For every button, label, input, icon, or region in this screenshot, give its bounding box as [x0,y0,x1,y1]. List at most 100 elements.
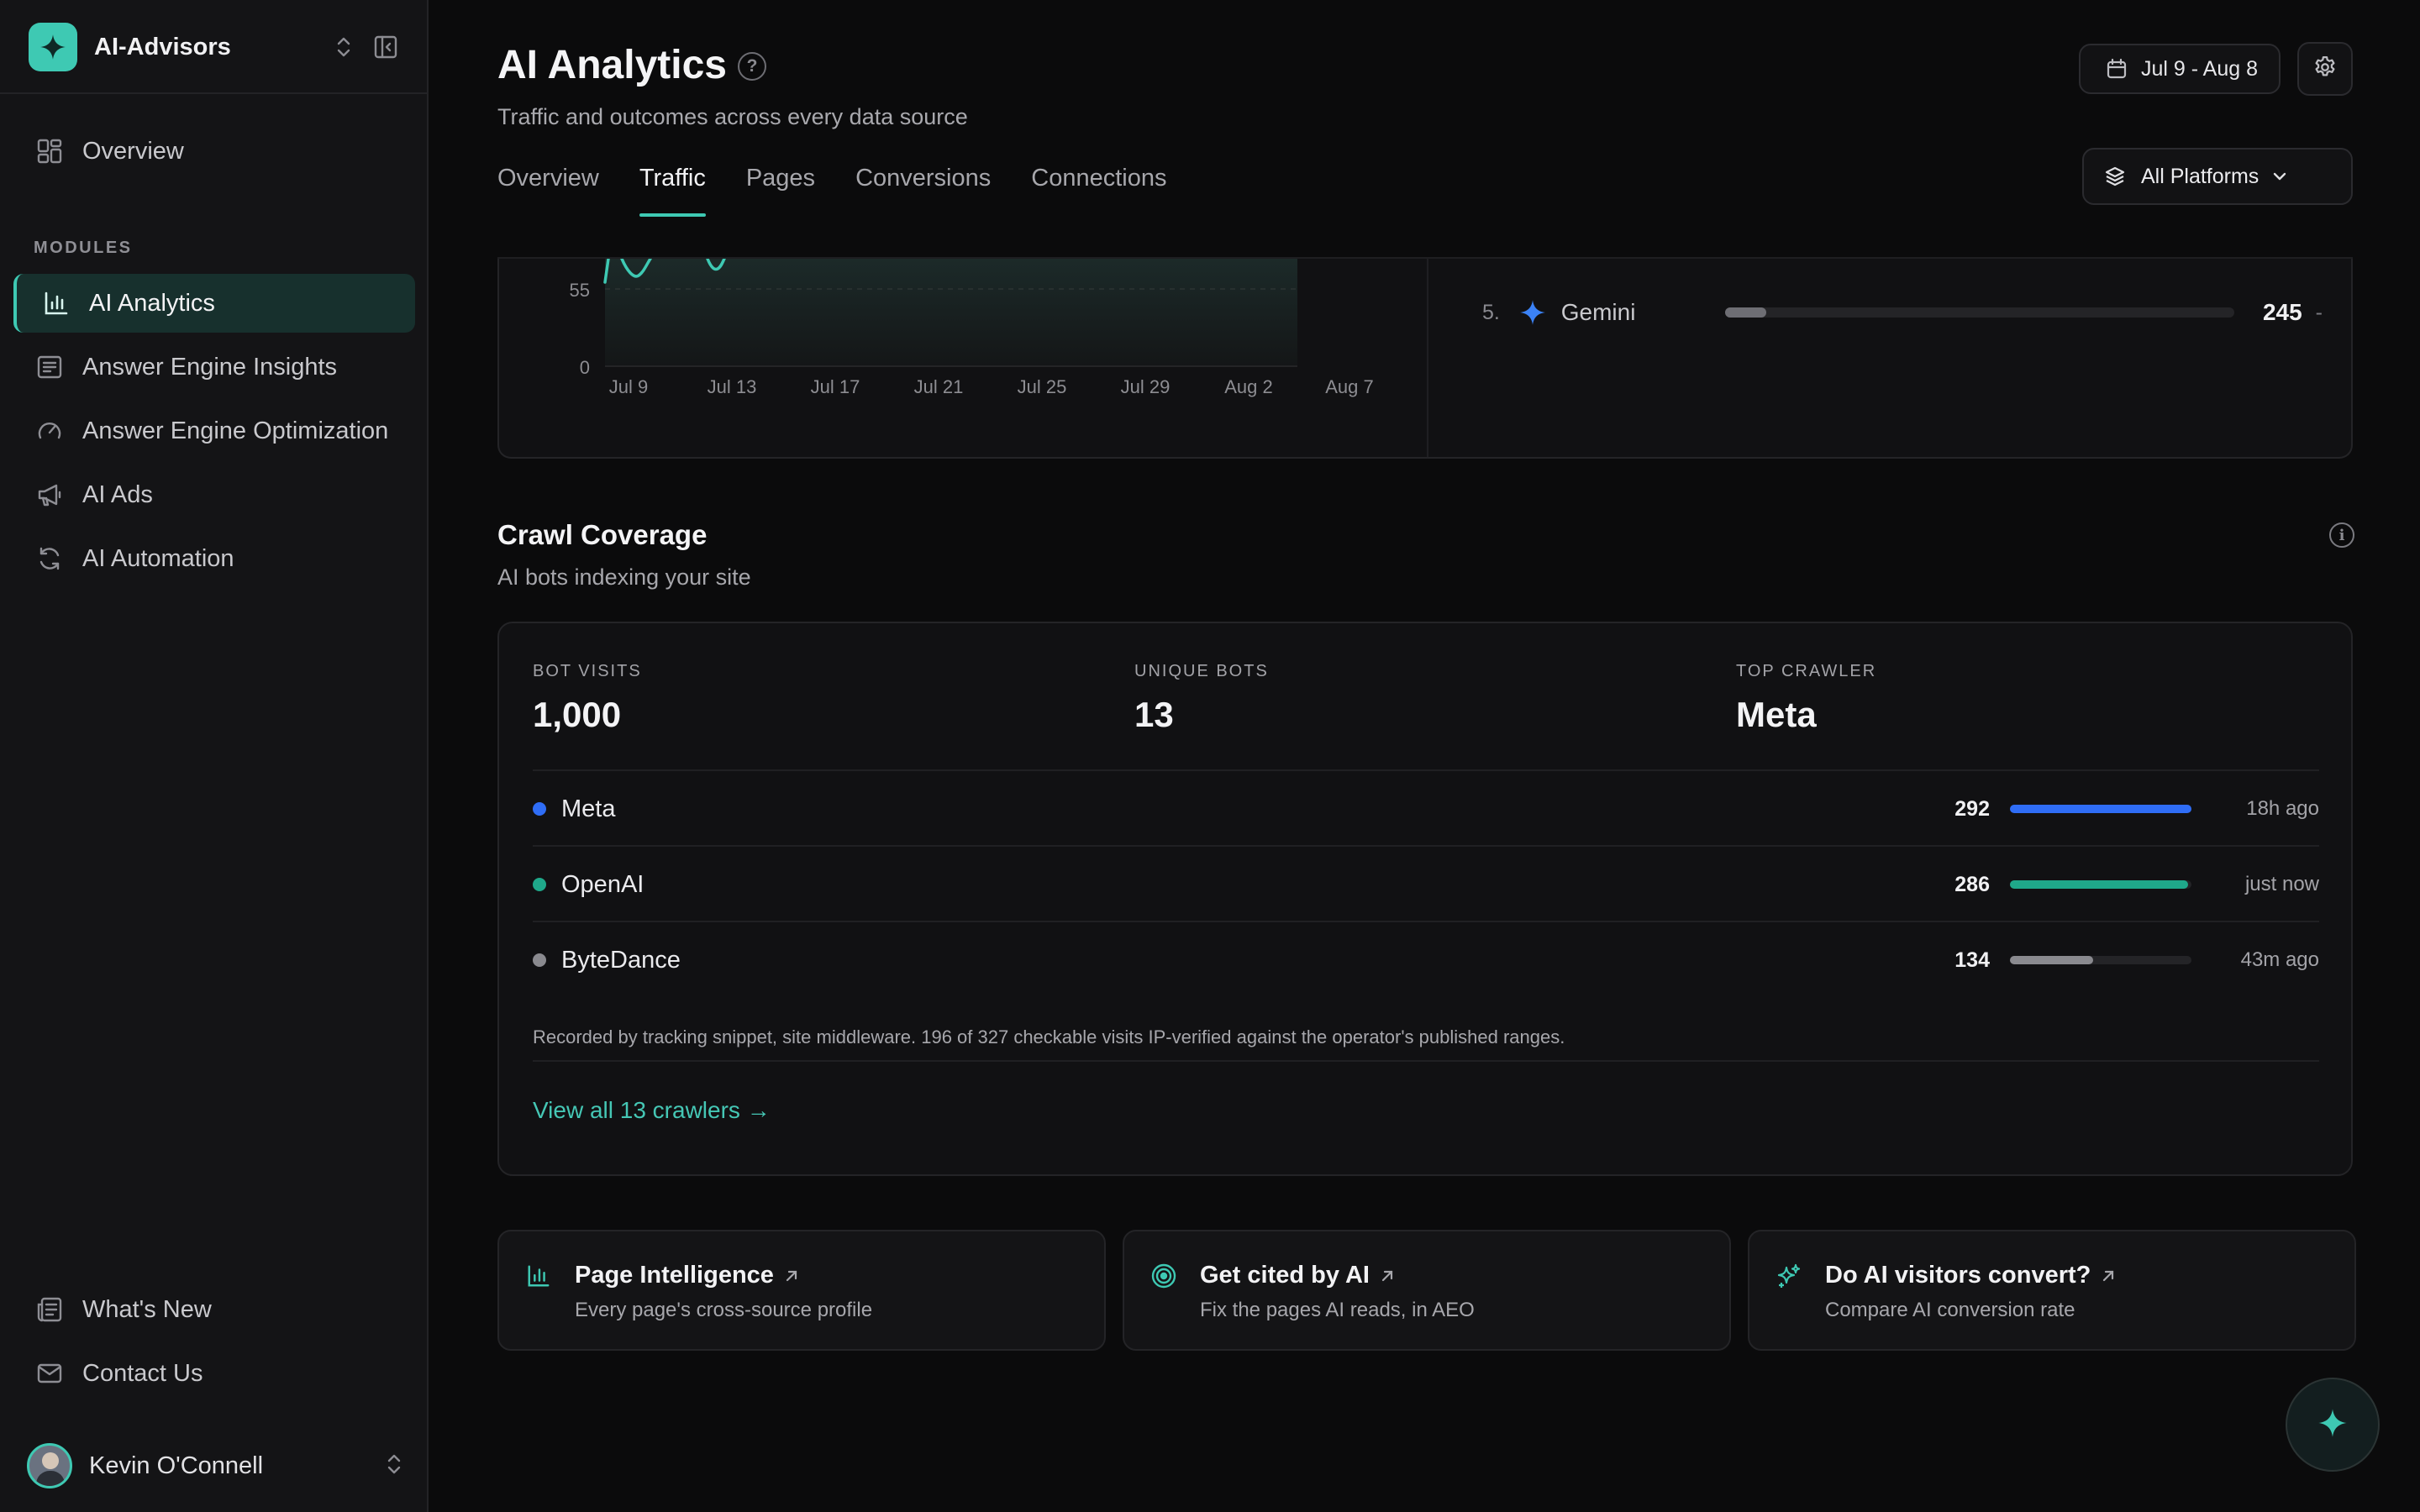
tab-connections[interactable]: Connections [1031,165,1166,220]
quick-link-title-text: Page Intelligence [575,1262,774,1289]
ai-assistant-button[interactable] [2286,1378,2380,1472]
tab-overview[interactable]: Overview [497,165,599,220]
sidebar-item-ai-automation[interactable]: AI Automation [13,529,415,588]
quick-link-title: Page Intelligence [575,1262,799,1289]
settings-button[interactable] [2297,42,2353,96]
tab-pages[interactable]: Pages [746,165,815,220]
platform-name: Gemini [1560,299,1636,325]
bot-color-dot [533,953,546,967]
x-tick-label: Jul 17 [811,376,860,397]
quick-link-page-intelligence[interactable]: Page Intelligence Every page's cross-sou… [497,1230,1106,1351]
user-name: Kevin O'Connell [89,1452,264,1479]
list-item[interactable]: OpenAI 286 just now [533,864,2319,906]
y-tick-label: 55 [570,280,590,301]
bot-name: OpenAI [561,870,644,898]
sidebar-item-label: AI Automation [82,544,234,572]
quick-link-title: Get cited by AI [1200,1262,1395,1289]
sidebar-item-whats-new[interactable]: What's New [13,1280,415,1339]
list-item[interactable]: ByteDance 134 43m ago [533,939,2319,981]
bot-share-fill [2010,880,2188,889]
bot-share-bar [2010,805,2191,813]
stat-top-crawler: TOP CRAWLER Meta [1736,662,1876,735]
y-tick-label: 0 [580,357,590,378]
tab-conversions[interactable]: Conversions [855,165,991,220]
gear-icon [2312,55,2338,84]
platform-change: - [2315,300,2323,324]
x-tick-label: Jul 21 [914,376,964,397]
view-all-crawlers-link[interactable]: View all 13 crawlers → [533,1097,771,1124]
arrow-up-right-icon [2101,1268,2116,1284]
sidebar-item-ai-ads[interactable]: AI Ads [13,465,415,524]
sidebar-item-label: AI Ads [82,480,153,508]
quick-link-title: Do AI visitors convert? [1825,1262,2116,1289]
sidebar-item-label: AI Analytics [89,289,215,317]
sidebar-item-label: Overview [82,137,184,165]
target-icon [1150,1262,1178,1290]
platform-filter-button[interactable]: All Platforms [2082,148,2353,205]
platform-rank-row[interactable]: 5. Gemini 245 - [1482,294,2323,331]
info-icon[interactable]: i [2329,522,2354,548]
chevron-up-down-icon[interactable] [331,32,356,62]
platform-share-bar [1725,307,2234,318]
mail-icon [34,1357,66,1389]
quick-link-get-cited[interactable]: Get cited by AI Fix the pages AI reads, … [1123,1230,1731,1351]
sidebar-item-answer-engine-insights[interactable]: Answer Engine Insights [13,338,415,396]
stat-value: 1,000 [533,695,622,734]
bar-chart-icon [40,287,72,319]
grid-icon [34,135,66,167]
platform-filter-label: All Platforms [2141,164,2260,188]
quick-link-subtitle: Every page's cross-source profile [575,1299,873,1321]
stat-label: BOT VISITS [533,662,642,680]
workspace-logo-icon [29,23,77,71]
stat-label: TOP CRAWLER [1736,662,1877,680]
bot-count: 292 [1954,796,1990,821]
x-tick-label: Jul 25 [1018,376,1067,397]
tab-traffic[interactable]: Traffic [639,165,706,220]
bot-share-bar [2010,956,2191,964]
main-content: AI Analytics ? Traffic and outcomes acro… [430,0,2420,1512]
bot-share-fill [2010,805,2191,813]
bot-share-bar [2010,880,2191,889]
row-divider [533,921,2319,922]
sidebar-item-overview[interactable]: Overview [13,122,415,181]
bot-last-seen: 43m ago [2240,948,2319,971]
list-item[interactable]: Meta 292 18h ago [533,788,2319,830]
traffic-chart: 55 0 Jul 9 Jul 13 Jul 17 Jul 21 Jul 25 J… [570,259,1374,397]
crawl-coverage-title: Crawl Coverage [497,519,708,550]
help-icon[interactable]: ? [738,52,766,81]
document-list-icon [34,351,66,383]
x-tick-label: Aug 2 [1224,376,1273,397]
row-divider [533,769,2319,771]
user-menu[interactable]: Kevin O'Connell [27,1441,402,1490]
crawl-coverage-subtitle: AI bots indexing your site [497,564,751,590]
chevron-up-down-icon[interactable] [387,1452,402,1480]
platform-value: 245 [2262,299,2302,325]
megaphone-icon [34,479,66,511]
sidebar-item-answer-engine-optimization[interactable]: Answer Engine Optimization [13,402,415,460]
sidebar-item-ai-analytics[interactable]: AI Analytics [13,274,415,333]
calendar-icon [2106,58,2128,80]
newspaper-icon [34,1294,66,1326]
sidebar-item-contact-us[interactable]: Contact Us [13,1344,415,1403]
page-subtitle: Traffic and outcomes across every data s… [497,104,968,129]
sidebar-item-label: Answer Engine Optimization [82,417,389,444]
row-divider [533,1060,2319,1062]
quick-link-subtitle: Fix the pages AI reads, in AEO [1200,1299,1475,1321]
page-title: AI Analytics [497,43,727,87]
tab-bar: Overview Traffic Pages Conversions Conne… [497,165,1207,220]
workspace-name: AI-Advisors [94,33,231,60]
bar-chart-icon [524,1262,553,1290]
workspace-switcher[interactable]: AI-Advisors [29,22,400,72]
quick-link-ai-conversion[interactable]: Do AI visitors convert? Compare AI conve… [1748,1230,2356,1351]
card-split-divider [1427,259,1428,457]
stat-label: UNIQUE BOTS [1134,662,1269,680]
stat-unique-bots: UNIQUE BOTS 13 [1134,662,1269,735]
sidebar-collapse-icon[interactable] [371,33,400,61]
chevron-down-icon [2272,171,2287,181]
bot-name: ByteDance [561,946,681,974]
date-range-button[interactable]: Jul 9 - Aug 8 [2079,44,2281,94]
refresh-icon [34,543,66,575]
stat-bot-visits: BOT VISITS 1,000 [533,662,642,735]
quick-link-subtitle: Compare AI conversion rate [1825,1299,2075,1321]
rank-number: 5. [1482,300,1500,324]
